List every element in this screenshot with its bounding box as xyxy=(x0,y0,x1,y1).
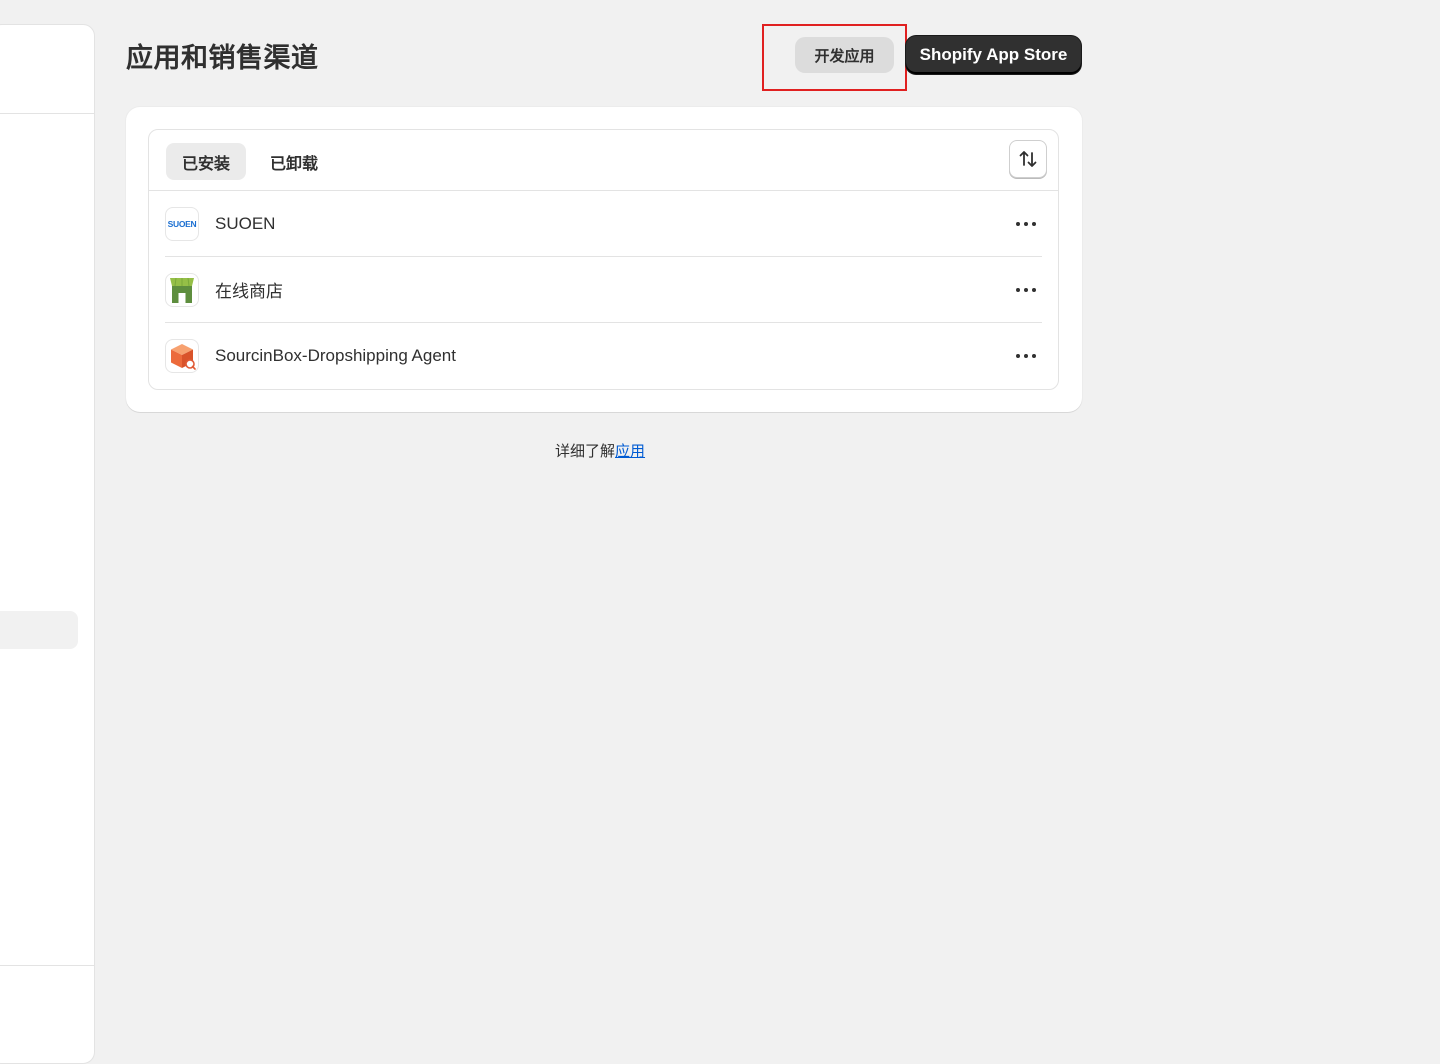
left-panel xyxy=(0,24,95,1064)
apps-card: 已安装 已卸载 SUOEN SUOEN 在线商店 SourcinBox-Drop… xyxy=(126,107,1082,412)
more-horizontal-icon xyxy=(1016,222,1036,226)
left-panel-divider xyxy=(0,965,94,966)
tab-uninstalled[interactable]: 已卸载 xyxy=(254,143,334,180)
sort-button[interactable] xyxy=(1009,140,1047,178)
tab-installed[interactable]: 已安装 xyxy=(166,143,247,180)
suoen-logo-text: SUOEN xyxy=(167,218,197,229)
more-horizontal-icon xyxy=(1016,288,1036,292)
apps-list: 已安装 已卸载 SUOEN SUOEN 在线商店 SourcinBox-Drop… xyxy=(148,129,1059,390)
app-name: SUOEN xyxy=(215,213,276,233)
sort-icon xyxy=(1019,151,1037,167)
more-actions-button[interactable] xyxy=(1010,340,1042,372)
app-row[interactable]: SourcinBox-Dropshipping Agent xyxy=(165,323,1042,389)
footer-learn-more: 详细了解应用 xyxy=(555,440,645,461)
footer-prefix: 详细了解 xyxy=(555,442,616,460)
more-actions-button[interactable] xyxy=(1010,274,1042,306)
shopify-app-store-button[interactable]: Shopify App Store xyxy=(906,36,1081,74)
learn-more-apps-link[interactable]: 应用 xyxy=(615,442,645,460)
more-horizontal-icon xyxy=(1016,354,1036,358)
app-row[interactable]: SUOEN SUOEN xyxy=(165,191,1042,257)
more-actions-button[interactable] xyxy=(1010,208,1042,240)
app-name: 在线商店 xyxy=(215,282,283,302)
suoen-logo-icon: SUOEN xyxy=(165,206,199,241)
left-panel-divider xyxy=(0,113,94,114)
page-title: 应用和销售渠道 xyxy=(126,43,319,74)
sourcinbox-icon xyxy=(165,339,199,373)
app-row[interactable]: 在线商店 xyxy=(165,257,1042,323)
app-name: SourcinBox-Dropshipping Agent xyxy=(215,346,456,365)
tab-bar: 已安装 已卸载 xyxy=(149,130,1058,191)
left-panel-selected-item[interactable] xyxy=(0,611,78,649)
develop-apps-button[interactable]: 开发应用 xyxy=(795,37,894,73)
online-store-icon xyxy=(165,272,199,307)
